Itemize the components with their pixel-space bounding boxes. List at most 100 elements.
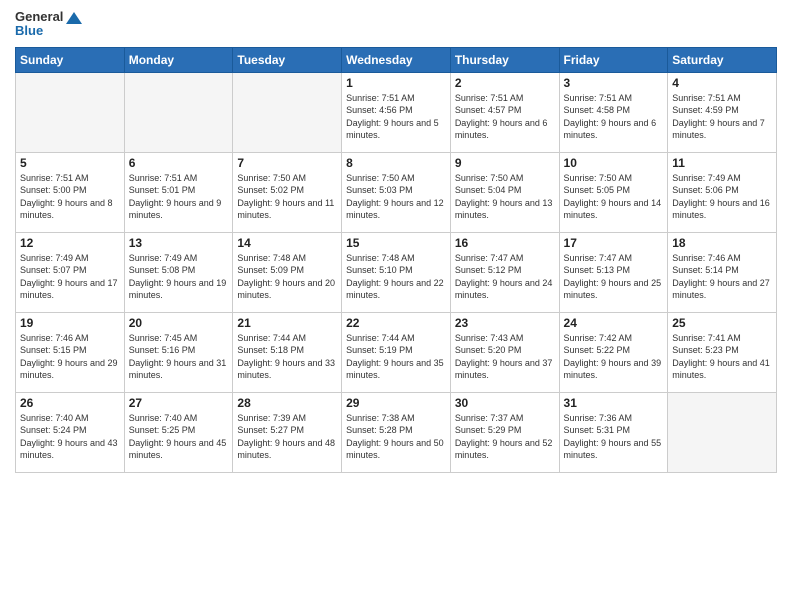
cell-info: Sunrise: 7:51 AMSunset: 5:00 PMDaylight:…	[20, 172, 120, 222]
cell-info: Sunrise: 7:42 AMSunset: 5:22 PMDaylight:…	[564, 332, 664, 382]
calendar-cell: 13 Sunrise: 7:49 AMSunset: 5:08 PMDayligh…	[124, 232, 233, 312]
day-number: 20	[129, 316, 229, 330]
page: General Blue SundayMondayTuesdayWednesda…	[0, 0, 792, 612]
calendar-cell: 31 Sunrise: 7:36 AMSunset: 5:31 PMDayligh…	[559, 392, 668, 472]
day-number: 17	[564, 236, 664, 250]
cell-info: Sunrise: 7:51 AMSunset: 4:59 PMDaylight:…	[672, 92, 772, 142]
cell-info: Sunrise: 7:50 AMSunset: 5:02 PMDaylight:…	[237, 172, 337, 222]
weekday-header-row: SundayMondayTuesdayWednesdayThursdayFrid…	[16, 47, 777, 72]
logo: General Blue	[15, 10, 82, 39]
day-number: 24	[564, 316, 664, 330]
weekday-header-thursday: Thursday	[450, 47, 559, 72]
cell-info: Sunrise: 7:36 AMSunset: 5:31 PMDaylight:…	[564, 412, 664, 462]
day-number: 25	[672, 316, 772, 330]
calendar-cell: 15Sunrise: 7:48 AMSunset: 5:10 PMDayligh…	[342, 232, 451, 312]
calendar-cell: 20 Sunrise: 7:45 AMSunset: 5:16 PMDayligh…	[124, 312, 233, 392]
day-number: 8	[346, 156, 446, 170]
calendar-cell: 2 Sunrise: 7:51 AMSunset: 4:57 PMDaylight…	[450, 72, 559, 152]
calendar-cell: 28Sunrise: 7:39 AMSunset: 5:27 PMDayligh…	[233, 392, 342, 472]
weekday-header-monday: Monday	[124, 47, 233, 72]
cell-info: Sunrise: 7:51 AMSunset: 4:57 PMDaylight:…	[455, 92, 555, 142]
weekday-header-friday: Friday	[559, 47, 668, 72]
cell-info: Sunrise: 7:49 AMSunset: 5:06 PMDaylight:…	[672, 172, 772, 222]
day-number: 2	[455, 76, 555, 90]
day-number: 10	[564, 156, 664, 170]
day-number: 18	[672, 236, 772, 250]
day-number: 23	[455, 316, 555, 330]
weekday-header-wednesday: Wednesday	[342, 47, 451, 72]
day-number: 15	[346, 236, 446, 250]
day-number: 22	[346, 316, 446, 330]
cell-info: Sunrise: 7:43 AMSunset: 5:20 PMDaylight:…	[455, 332, 555, 382]
calendar-cell	[233, 72, 342, 152]
day-number: 27	[129, 396, 229, 410]
calendar-week-row: 26 Sunrise: 7:40 AMSunset: 5:24 PMDayligh…	[16, 392, 777, 472]
calendar-cell: 29 Sunrise: 7:38 AMSunset: 5:28 PMDayligh…	[342, 392, 451, 472]
day-number: 6	[129, 156, 229, 170]
calendar-cell	[124, 72, 233, 152]
calendar-cell: 8 Sunrise: 7:50 AMSunset: 5:03 PMDaylight…	[342, 152, 451, 232]
calendar-cell: 6Sunrise: 7:51 AMSunset: 5:01 PMDaylight…	[124, 152, 233, 232]
cell-info: Sunrise: 7:47 AMSunset: 5:12 PMDaylight:…	[455, 252, 555, 302]
day-number: 30	[455, 396, 555, 410]
day-number: 12	[20, 236, 120, 250]
day-number: 7	[237, 156, 337, 170]
cell-info: Sunrise: 7:51 AMSunset: 4:58 PMDaylight:…	[564, 92, 664, 142]
day-number: 16	[455, 236, 555, 250]
calendar-cell: 24 Sunrise: 7:42 AMSunset: 5:22 PMDayligh…	[559, 312, 668, 392]
calendar-cell: 11Sunrise: 7:49 AMSunset: 5:06 PMDayligh…	[668, 152, 777, 232]
cell-info: Sunrise: 7:44 AMSunset: 5:18 PMDaylight:…	[237, 332, 337, 382]
day-number: 4	[672, 76, 772, 90]
day-number: 28	[237, 396, 337, 410]
weekday-header-saturday: Saturday	[668, 47, 777, 72]
cell-info: Sunrise: 7:46 AMSunset: 5:15 PMDaylight:…	[20, 332, 120, 382]
cell-info: Sunrise: 7:50 AMSunset: 5:03 PMDaylight:…	[346, 172, 446, 222]
day-number: 1	[346, 76, 446, 90]
calendar-cell: 3Sunrise: 7:51 AMSunset: 4:58 PMDaylight…	[559, 72, 668, 152]
day-number: 31	[564, 396, 664, 410]
cell-info: Sunrise: 7:41 AMSunset: 5:23 PMDaylight:…	[672, 332, 772, 382]
calendar-table: SundayMondayTuesdayWednesdayThursdayFrid…	[15, 47, 777, 473]
day-number: 26	[20, 396, 120, 410]
logo-general-text: General	[15, 10, 82, 24]
cell-info: Sunrise: 7:40 AMSunset: 5:24 PMDaylight:…	[20, 412, 120, 462]
calendar-cell: 7 Sunrise: 7:50 AMSunset: 5:02 PMDaylight…	[233, 152, 342, 232]
calendar-week-row: 1 Sunrise: 7:51 AMSunset: 4:56 PMDaylight…	[16, 72, 777, 152]
cell-info: Sunrise: 7:37 AMSunset: 5:29 PMDaylight:…	[455, 412, 555, 462]
logo-blue-text: Blue	[15, 24, 43, 38]
cell-info: Sunrise: 7:47 AMSunset: 5:13 PMDaylight:…	[564, 252, 664, 302]
weekday-header-sunday: Sunday	[16, 47, 125, 72]
calendar-cell	[16, 72, 125, 152]
cell-info: Sunrise: 7:49 AMSunset: 5:08 PMDaylight:…	[129, 252, 229, 302]
calendar-cell: 17 Sunrise: 7:47 AMSunset: 5:13 PMDayligh…	[559, 232, 668, 312]
day-number: 29	[346, 396, 446, 410]
calendar-cell: 1 Sunrise: 7:51 AMSunset: 4:56 PMDaylight…	[342, 72, 451, 152]
calendar-cell	[668, 392, 777, 472]
calendar-cell: 25 Sunrise: 7:41 AMSunset: 5:23 PMDayligh…	[668, 312, 777, 392]
cell-info: Sunrise: 7:50 AMSunset: 5:04 PMDaylight:…	[455, 172, 555, 222]
cell-info: Sunrise: 7:44 AMSunset: 5:19 PMDaylight:…	[346, 332, 446, 382]
cell-info: Sunrise: 7:46 AMSunset: 5:14 PMDaylight:…	[672, 252, 772, 302]
cell-info: Sunrise: 7:38 AMSunset: 5:28 PMDaylight:…	[346, 412, 446, 462]
calendar-cell: 26 Sunrise: 7:40 AMSunset: 5:24 PMDayligh…	[16, 392, 125, 472]
day-number: 13	[129, 236, 229, 250]
calendar-cell: 23 Sunrise: 7:43 AMSunset: 5:20 PMDayligh…	[450, 312, 559, 392]
calendar-cell: 19Sunrise: 7:46 AMSunset: 5:15 PMDayligh…	[16, 312, 125, 392]
calendar-cell: 10 Sunrise: 7:50 AMSunset: 5:05 PMDayligh…	[559, 152, 668, 232]
day-number: 21	[237, 316, 337, 330]
calendar-cell: 5 Sunrise: 7:51 AMSunset: 5:00 PMDaylight…	[16, 152, 125, 232]
cell-info: Sunrise: 7:45 AMSunset: 5:16 PMDaylight:…	[129, 332, 229, 382]
calendar-cell: 14Sunrise: 7:48 AMSunset: 5:09 PMDayligh…	[233, 232, 342, 312]
weekday-header-tuesday: Tuesday	[233, 47, 342, 72]
cell-info: Sunrise: 7:40 AMSunset: 5:25 PMDaylight:…	[129, 412, 229, 462]
cell-info: Sunrise: 7:49 AMSunset: 5:07 PMDaylight:…	[20, 252, 120, 302]
calendar-week-row: 19Sunrise: 7:46 AMSunset: 5:15 PMDayligh…	[16, 312, 777, 392]
cell-info: Sunrise: 7:50 AMSunset: 5:05 PMDaylight:…	[564, 172, 664, 222]
calendar-cell: 9 Sunrise: 7:50 AMSunset: 5:04 PMDaylight…	[450, 152, 559, 232]
calendar-cell: 4 Sunrise: 7:51 AMSunset: 4:59 PMDaylight…	[668, 72, 777, 152]
day-number: 5	[20, 156, 120, 170]
calendar-cell: 30 Sunrise: 7:37 AMSunset: 5:29 PMDayligh…	[450, 392, 559, 472]
header: General Blue	[15, 10, 777, 39]
cell-info: Sunrise: 7:51 AMSunset: 4:56 PMDaylight:…	[346, 92, 446, 142]
day-number: 9	[455, 156, 555, 170]
